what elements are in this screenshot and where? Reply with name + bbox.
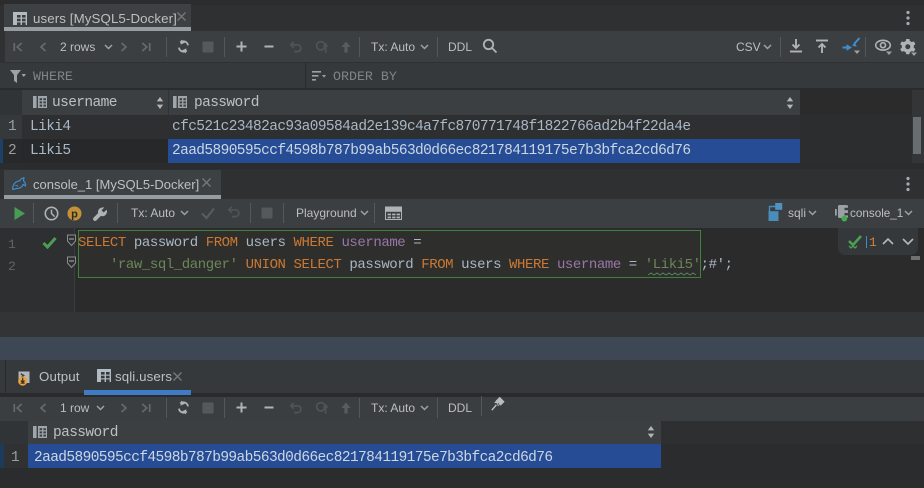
svg-text:p: p: [71, 208, 78, 220]
